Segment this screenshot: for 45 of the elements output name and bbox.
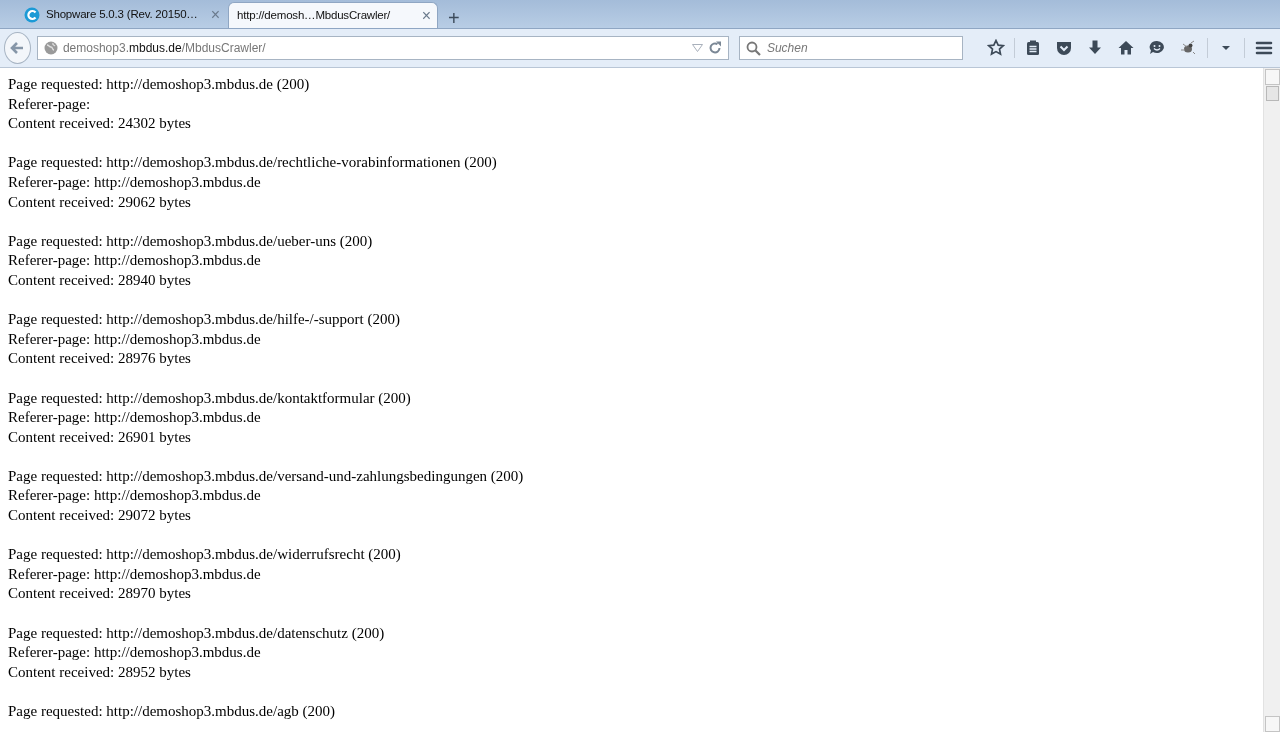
back-button[interactable] <box>4 32 31 64</box>
browser-tab[interactable]: http://demosh…MbdusCrawler/ × <box>228 2 438 28</box>
referer-page-text: Referer-page: <box>8 94 91 114</box>
content-received-text: Content received: 26901 bytes <box>8 427 191 447</box>
caret-icon <box>1221 46 1230 50</box>
bug-icon <box>1179 39 1198 57</box>
referer-page-text: Referer-page: http://demoshop3.mbdus.de <box>8 643 261 663</box>
pocket-icon <box>1055 39 1074 57</box>
page-requested-text: Page requested: http://demoshop3.mbdus.de/rechtliche-vorabinformationen (200) <box>8 153 497 173</box>
content-received-text: Content received: 29062 bytes <box>8 192 191 212</box>
referer-page-text: Referer-page: http://demoshop3.mbdus.de <box>8 408 261 428</box>
close-tab-button[interactable]: × <box>421 7 431 24</box>
page-requested-text: Page requested: http://demoshop3.mbdus.de/agb (200) <box>8 702 336 721</box>
page-requested-text: Page requested: http://demoshop3.mbdus.de/widerrufsrecht (200) <box>8 545 401 565</box>
page-requested-text: Page requested: http://demoshop3.mbdus.de/versand-und-zahlungsbedingungen (200) <box>8 466 524 486</box>
content-received-text: Content received: 24302 bytes <box>8 114 191 134</box>
referer-page-text: Referer-page: http://demoshop3.mbdus.de <box>8 172 261 192</box>
referer-page-text: Referer-page: http://demoshop3.mbdus.de <box>8 486 261 506</box>
content-received-text: Content received: 28976 bytes <box>8 349 191 369</box>
reload-icon[interactable] <box>707 41 722 55</box>
content-received-text: Content received: 28940 bytes <box>8 270 191 290</box>
bookmark-star-icon <box>986 39 1005 57</box>
page-requested-text: Page requested: http://demoshop3.mbdus.de/ueber-uns (200) <box>8 231 373 251</box>
content-received-text: Content received: 28952 bytes <box>8 662 191 682</box>
browser-tab[interactable]: Shopware 5.0.3 (Rev. 20150… × <box>16 2 226 28</box>
globe-icon <box>43 41 58 55</box>
search-field[interactable]: Suchen <box>738 36 963 60</box>
content-received-text: Content received: 28970 bytes <box>8 584 191 604</box>
new-tab-button[interactable]: + <box>440 8 468 28</box>
page-requested-text: Page requested: http://demoshop3.mbdus.de/kontaktformular (200) <box>8 388 411 408</box>
scrollbar[interactable] <box>1263 68 1280 732</box>
page-requested-text: Page requested: http://demoshop3.mbdus.de/hilfe-/-support (200) <box>8 310 400 330</box>
referer-page-text: Referer-page: http://demoshop3.mbdus.de <box>8 329 261 349</box>
scrollbar-thumb[interactable] <box>1265 86 1279 101</box>
page-requested-text: Page requested: http://demoshop3.mbdus.de (200) <box>8 75 310 94</box>
chat-smiley-icon <box>1148 39 1167 57</box>
address-bar[interactable]: demoshop3.mbdus.de/MbdusCrawler/ <box>36 36 729 60</box>
menu-icon <box>1254 39 1273 57</box>
search-icon <box>745 40 761 56</box>
referer-page-text: Referer-page: http://demoshop3.mbdus.de <box>8 251 261 271</box>
back-arrow-icon <box>9 40 26 56</box>
content-received-text: Content received: 29072 bytes <box>8 506 191 526</box>
home-icon <box>1117 39 1136 57</box>
page-requested-text: Page requested: http://demoshop3.mbdus.de/datenschutz (200) <box>8 623 385 643</box>
referer-page-text: Referer-page: http://demoshop3.mbdus.de <box>8 564 261 584</box>
